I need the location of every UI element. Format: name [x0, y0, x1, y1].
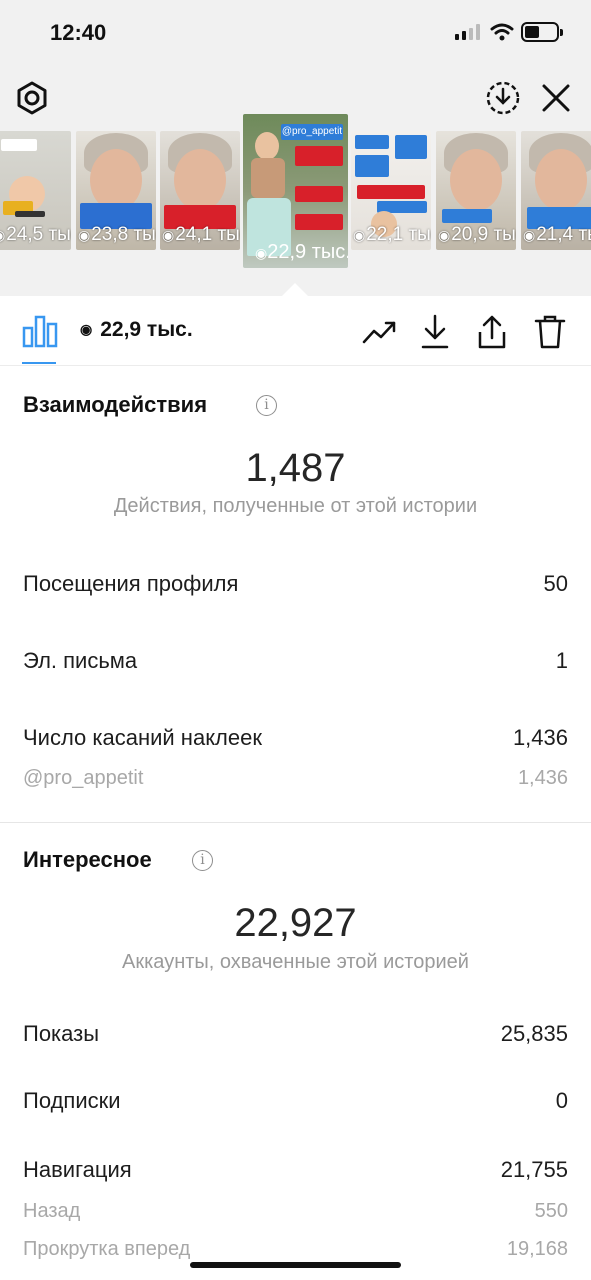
stat-value: 1 — [555, 648, 568, 673]
story-views: 23,8 тыс. — [91, 224, 156, 245]
stat-value: 50 — [543, 571, 568, 596]
stat-label: Назад — [23, 1200, 81, 1222]
battery-icon — [521, 22, 563, 42]
insights-toolbar: ◉ 22,9 тыс. — [0, 296, 591, 366]
interactions-total: 1,487 — [245, 446, 346, 490]
eye-icon: ◉ — [438, 227, 451, 243]
discovery-caption: Аккаунты, охваченные этой историей — [122, 951, 469, 973]
eye-icon: ◉ — [0, 227, 5, 243]
section-divider — [0, 822, 591, 823]
story-views: 22,1 тыс. — [366, 224, 431, 245]
stat-label: Показы — [23, 1021, 100, 1046]
stat-label: Навигация — [23, 1157, 132, 1182]
stat-subrow: @pro_appetit 1,436 — [23, 767, 568, 797]
home-indicator[interactable] — [190, 1262, 401, 1268]
stat-label: Посещения профиля — [23, 571, 239, 596]
download-circle-icon[interactable] — [485, 80, 521, 116]
story-thumbnail[interactable]: ◉24,1 тыс. — [160, 131, 240, 250]
stat-value: 550 — [534, 1200, 568, 1222]
trend-icon[interactable] — [362, 318, 398, 346]
eye-icon: ◉ — [255, 245, 268, 261]
story-thumbnail[interactable]: ◉22,1 тыс. — [351, 131, 431, 250]
stat-label: Прокрутка вперед — [23, 1238, 191, 1260]
settings-icon[interactable] — [14, 80, 50, 116]
story-views: 20,9 тыс. — [451, 224, 516, 245]
stat-row: Навигация 21,755 — [23, 1157, 568, 1187]
share-icon[interactable] — [476, 314, 508, 350]
info-icon[interactable]: i — [192, 850, 213, 871]
reach-summary: ◉ 22,9 тыс. — [80, 318, 193, 342]
bar-chart-icon[interactable] — [22, 314, 58, 348]
active-tab-indicator — [22, 362, 56, 364]
wifi-icon — [490, 23, 514, 41]
eye-icon: ◉ — [353, 227, 366, 243]
stat-value: 1,436 — [517, 767, 568, 789]
interactions-title: Взаимодействия — [23, 392, 208, 417]
stat-row: Эл. письма 1 — [23, 648, 568, 678]
stat-value: 21,755 — [500, 1157, 568, 1182]
download-icon[interactable] — [420, 314, 450, 350]
stat-label: Число касаний наклеек — [23, 725, 262, 750]
discovery-title: Интересное — [23, 847, 152, 872]
eye-icon: ◉ — [162, 227, 175, 243]
stat-label: @pro_appetit — [23, 767, 144, 789]
stat-value: 0 — [555, 1088, 568, 1113]
story-views: 24,1 тыс. — [175, 224, 240, 245]
close-icon[interactable] — [540, 82, 572, 114]
selection-pointer — [282, 283, 308, 296]
story-thumbnail[interactable]: ◉21,4 тыс. — [521, 131, 591, 250]
story-views: 22,9 тыс. — [267, 241, 348, 263]
story-strip-area: 12:40 ◉24,5 тыс. — [0, 0, 591, 296]
story-thumbnail[interactable]: ◉20,9 тыс. — [436, 131, 516, 250]
signal-icon — [455, 24, 481, 40]
story-views: 24,5 тыс. — [6, 224, 71, 245]
story-thumbnail-selected[interactable]: @pro_appetit ◉22,9 тыс. — [243, 114, 348, 268]
trash-icon[interactable] — [534, 314, 566, 350]
stat-label: Подписки — [23, 1088, 121, 1113]
stat-label: Эл. письма — [23, 648, 138, 673]
status-bar: 12:40 — [0, 0, 591, 64]
eye-icon: ◉ — [78, 227, 91, 243]
story-views: 21,4 тыс. — [536, 224, 591, 245]
stat-row: Посещения профиля 50 — [23, 571, 568, 601]
eye-icon: ◉ — [80, 321, 93, 337]
stat-row: Подписки 0 — [23, 1088, 568, 1118]
interactions-caption: Действия, полученные от этой истории — [113, 495, 478, 517]
story-thumbnail[interactable]: ◉23,8 тыс. — [76, 131, 156, 250]
stat-row: Число касаний наклеек 1,436 — [23, 725, 568, 755]
discovery-total: 22,927 — [234, 901, 357, 945]
stat-value: 19,168 — [506, 1238, 568, 1260]
stat-row: Показы 25,835 — [23, 1021, 568, 1051]
status-time: 12:40 — [50, 20, 107, 45]
stat-value: 25,835 — [500, 1021, 568, 1046]
story-thumbnail[interactable]: ◉24,5 тыс. — [0, 131, 71, 250]
eye-icon: ◉ — [523, 227, 536, 243]
story-handle-sticker: @pro_appetit — [281, 124, 343, 140]
stat-value: 1,436 — [512, 725, 568, 750]
reach-value: 22,9 тыс. — [100, 318, 193, 341]
stat-subrow: Назад 550 — [23, 1200, 568, 1230]
info-icon[interactable]: i — [256, 395, 277, 416]
